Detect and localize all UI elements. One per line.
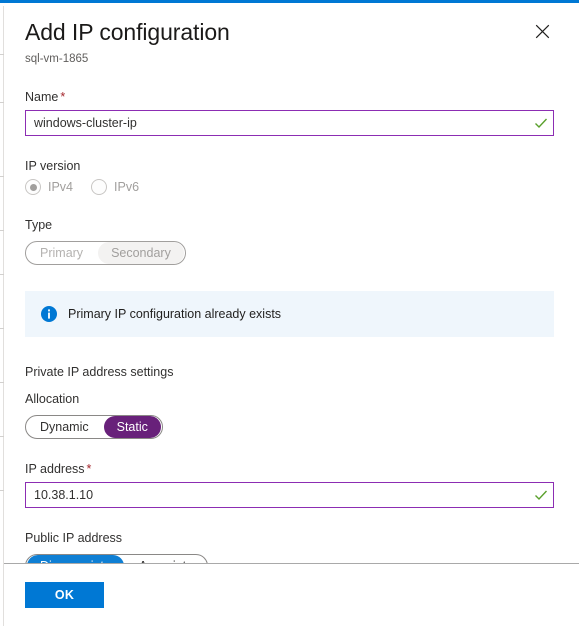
ip-address-label-text: IP address xyxy=(25,462,85,476)
close-button[interactable] xyxy=(526,15,558,47)
public-ip-option-disassociate[interactable]: Disassociate xyxy=(27,555,124,563)
ok-button[interactable]: OK xyxy=(25,582,104,608)
type-label: Type xyxy=(25,218,53,232)
ip-version-label: IP version xyxy=(25,159,81,173)
allocation-option-static[interactable]: Static xyxy=(103,416,161,438)
ip-address-field-group: IP address * xyxy=(25,461,554,508)
private-ip-section-heading: Private IP address settings xyxy=(25,365,174,379)
ip-version-radio-group: IPv4 IPv6 xyxy=(25,179,554,195)
page-title: Add IP configuration xyxy=(25,19,230,45)
ip-address-textbox[interactable] xyxy=(25,482,554,508)
blade-header: Add IP configuration sql-vm-1865 xyxy=(25,17,554,67)
public-ip-segmented-control[interactable]: Disassociate Associate xyxy=(25,554,209,563)
public-ip-option-associate[interactable]: Associate xyxy=(126,555,206,563)
info-icon xyxy=(41,306,57,322)
add-ip-configuration-blade: Add IP configuration sql-vm-1865 Name* xyxy=(0,0,579,626)
public-ip-label: Public IP address xyxy=(25,531,123,545)
name-field-group: Name * xyxy=(25,89,554,136)
name-required-asterisk: * xyxy=(60,90,66,104)
ip-address-input[interactable] xyxy=(26,483,529,507)
radio-option-ipv4[interactable]: IPv4 xyxy=(25,179,73,195)
radio-option-ipv6[interactable]: IPv6 xyxy=(91,179,139,195)
blade-footer: OK xyxy=(0,563,579,626)
name-label-text: Name xyxy=(25,90,59,104)
name-input[interactable] xyxy=(26,111,529,135)
radio-label-ipv6: IPv6 xyxy=(114,180,140,194)
allocation-field-group: Allocation Dynamic Static xyxy=(25,391,554,439)
public-ip-field-group: Public IP address Disassociate Associate xyxy=(25,530,554,563)
radio-filled-icon xyxy=(25,179,41,195)
type-option-secondary: Secondary xyxy=(98,242,184,264)
name-label: Name * xyxy=(25,89,554,106)
type-segmented-control: Primary Secondary xyxy=(25,241,186,265)
ip-version-field-group: IP version IPv4 IPv6 xyxy=(25,158,554,195)
name-checkmark-icon xyxy=(529,116,553,130)
allocation-segmented-control[interactable]: Dynamic Static xyxy=(25,415,163,439)
ip-address-required-asterisk: * xyxy=(86,462,92,476)
type-option-primary: Primary xyxy=(27,242,96,264)
radio-label-ipv4: IPv4 xyxy=(48,180,74,194)
allocation-label: Allocation xyxy=(25,392,80,406)
name-textbox[interactable] xyxy=(25,110,554,136)
close-icon xyxy=(535,24,550,39)
radio-empty-icon xyxy=(91,179,108,195)
ip-address-checkmark-icon xyxy=(529,488,553,502)
info-banner: Primary IP configuration already exists xyxy=(25,291,554,337)
type-field-group: Type Primary Secondary xyxy=(25,217,554,265)
allocation-option-dynamic[interactable]: Dynamic xyxy=(27,416,102,438)
blade-subtitle: sql-vm-1865 xyxy=(25,53,89,65)
ip-address-label: IP address * xyxy=(25,461,554,478)
blade-left-rail xyxy=(0,6,4,626)
blade-content: Add IP configuration sql-vm-1865 Name* xyxy=(0,3,579,563)
info-banner-text: Primary IP configuration already exists xyxy=(68,306,282,321)
